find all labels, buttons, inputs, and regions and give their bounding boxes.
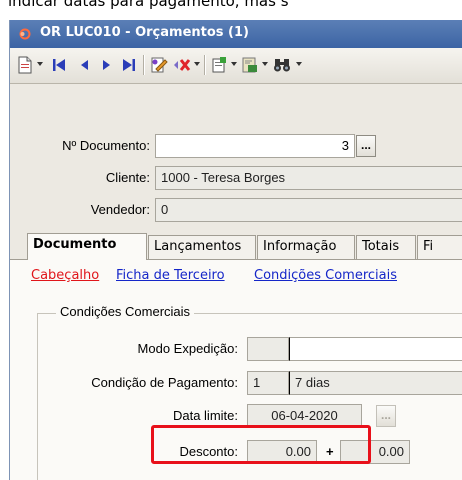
new-document-icon: [18, 56, 32, 74]
documento-number-field[interactable]: 3: [155, 134, 355, 158]
delete-dropdown[interactable]: [194, 62, 200, 66]
tab-fi[interactable]: Fi: [417, 235, 462, 259]
toolbar-separator: [143, 55, 144, 75]
subtab-cabecalho[interactable]: Cabeçalho: [31, 268, 99, 283]
previous-record-icon: [81, 60, 88, 70]
tab-documento[interactable]: Documento: [27, 233, 147, 260]
group-title: Condições Comerciais: [56, 304, 195, 319]
condicao-pagamento-desc-field[interactable]: 7 dias: [289, 371, 462, 395]
toolbar-separator: [204, 55, 205, 75]
documento-lookup-button[interactable]: ...: [356, 135, 376, 157]
data-limite-label: Data limite:: [172, 408, 238, 423]
vendedor-field[interactable]: 0: [155, 198, 462, 222]
last-record-button[interactable]: [120, 54, 138, 76]
toolbar: [10, 48, 462, 84]
export-button[interactable]: [241, 54, 259, 76]
window-title: OR LUC010 - Orçamentos (1): [40, 25, 249, 40]
edit-record-button[interactable]: [149, 54, 169, 76]
new-document-button[interactable]: [16, 54, 34, 76]
tab-lancamentos[interactable]: Lançamentos: [148, 235, 256, 259]
export-dropdown[interactable]: [262, 62, 268, 66]
delete-record-button[interactable]: [173, 54, 191, 76]
search-button[interactable]: [272, 54, 292, 76]
subtab-ficha-terceiro[interactable]: Ficha de Terceiro: [116, 268, 225, 283]
vendedor-label: Vendedor:: [90, 202, 150, 217]
next-record-button[interactable]: [99, 54, 115, 76]
app-record-icon: [19, 28, 31, 40]
modo-expedicao-label: Modo Expedição:: [137, 341, 238, 356]
documento-tab-panel: Cabeçalho Ficha de Terceiro Condições Co…: [10, 259, 462, 480]
condicao-pagamento-code-field[interactable]: 1: [247, 371, 289, 395]
window-titlebar[interactable]: OR LUC010 - Orçamentos (1): [10, 20, 462, 48]
first-record-icon: [53, 59, 65, 71]
notes-dropdown[interactable]: [231, 62, 237, 66]
tab-informacao[interactable]: Informação: [257, 235, 355, 259]
export-icon: [242, 57, 257, 73]
first-record-button[interactable]: [50, 54, 68, 76]
cliente-field[interactable]: 1000 - Teresa Borges: [155, 166, 462, 190]
modo-expedicao-code-field[interactable]: [247, 337, 289, 361]
background-document-line: indicar datas para pagamento, mas s: [8, 0, 289, 10]
data-limite-calendar-button[interactable]: ...: [376, 405, 396, 427]
background-document-text: indicar datas para pagamento, mas s: [0, 0, 462, 20]
modo-expedicao-desc-field[interactable]: [289, 337, 462, 361]
condicao-pagamento-label: Condição de Pagamento:: [91, 375, 238, 390]
tab-totais[interactable]: Totais: [356, 235, 416, 259]
documento-label: Nº Documento:: [62, 138, 150, 153]
delete-record-icon: [174, 59, 191, 71]
next-record-icon: [103, 60, 110, 70]
notes-icon: [212, 57, 226, 73]
search-binoculars-icon: [274, 59, 290, 72]
notes-button[interactable]: [210, 54, 228, 76]
data-limite-highlight: [151, 425, 371, 464]
main-tabs: Documento Lançamentos Informação Totais …: [10, 233, 462, 260]
last-record-icon: [123, 59, 135, 71]
edit-record-icon: [151, 57, 168, 73]
subtab-condicoes-comerciais[interactable]: Condições Comerciais: [254, 268, 397, 283]
cliente-label: Cliente:: [105, 170, 150, 185]
previous-record-button[interactable]: [76, 54, 92, 76]
orcamentos-window: OR LUC010 - Orçamentos (1) Nº Documento:…: [9, 20, 462, 480]
search-dropdown[interactable]: [296, 62, 302, 66]
new-document-dropdown[interactable]: [37, 62, 43, 66]
